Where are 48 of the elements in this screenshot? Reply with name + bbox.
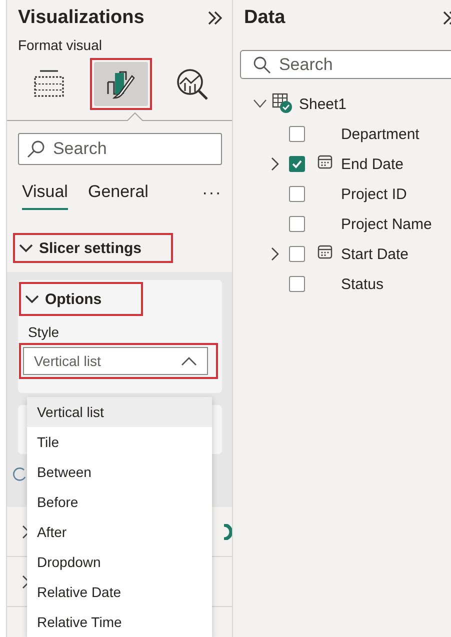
pane-title: Visualizations (18, 7, 144, 29)
pane-title: Data (244, 7, 286, 29)
more-options-button[interactable]: ··· (202, 183, 222, 203)
style-dropdown[interactable]: Vertical list (22, 347, 208, 375)
chevron-icon[interactable] (270, 157, 280, 171)
search-field[interactable]: Search (240, 50, 451, 79)
calendar-icon (316, 244, 333, 260)
dropdown-option[interactable]: After (26, 517, 212, 547)
checkbox[interactable] (288, 186, 305, 202)
checkbox[interactable] (288, 126, 305, 142)
checkbox[interactable] (288, 216, 305, 232)
table-name[interactable]: Sheet1 (298, 96, 347, 112)
dashed-table-icon (32, 68, 66, 100)
calendar-icon (316, 154, 333, 170)
tab[interactable]: General (88, 176, 148, 210)
dropdown-option[interactable]: Vertical list (26, 397, 212, 427)
checkbox[interactable] (288, 276, 305, 292)
checkbox[interactable] (288, 246, 305, 262)
check-icon (290, 158, 303, 170)
collapse-icon[interactable] (206, 10, 223, 26)
section-header[interactable]: Slicer settings (12, 233, 173, 263)
dropdown-option[interactable]: Dropdown (26, 547, 212, 577)
tab[interactable]: Visual (22, 176, 68, 210)
dropdown-option[interactable]: Before (26, 487, 212, 517)
field-name[interactable]: Project Name (340, 216, 432, 232)
dropdown-option[interactable]: Between (26, 457, 212, 487)
search-field[interactable]: Search (18, 133, 222, 165)
chevron-icon[interactable] (252, 99, 267, 109)
field-name[interactable]: Status (340, 276, 384, 292)
dropdown-option[interactable]: Tile (26, 427, 212, 457)
field-name[interactable]: Department (340, 126, 420, 142)
field-name[interactable]: End Date (340, 156, 404, 172)
magnifier-chart-icon (176, 68, 210, 100)
table-icon (272, 93, 294, 115)
field-label: Style (28, 324, 60, 340)
search-icon (26, 140, 45, 158)
checkbox[interactable] (288, 156, 305, 172)
dropdown-option[interactable]: Relative Time (26, 607, 212, 637)
field-name[interactable]: Project ID (340, 186, 407, 202)
toggle-icon[interactable] (224, 524, 232, 540)
search-icon (252, 56, 271, 74)
reset-icon[interactable] (12, 466, 26, 482)
section-label: Format visual (16, 36, 103, 55)
dropdown-option[interactable]: Relative Date (26, 577, 212, 607)
field-name[interactable]: Start Date (340, 246, 408, 262)
options-header[interactable]: Options (18, 282, 143, 316)
caret-icon (180, 356, 197, 366)
chevron-icon[interactable] (270, 247, 280, 261)
